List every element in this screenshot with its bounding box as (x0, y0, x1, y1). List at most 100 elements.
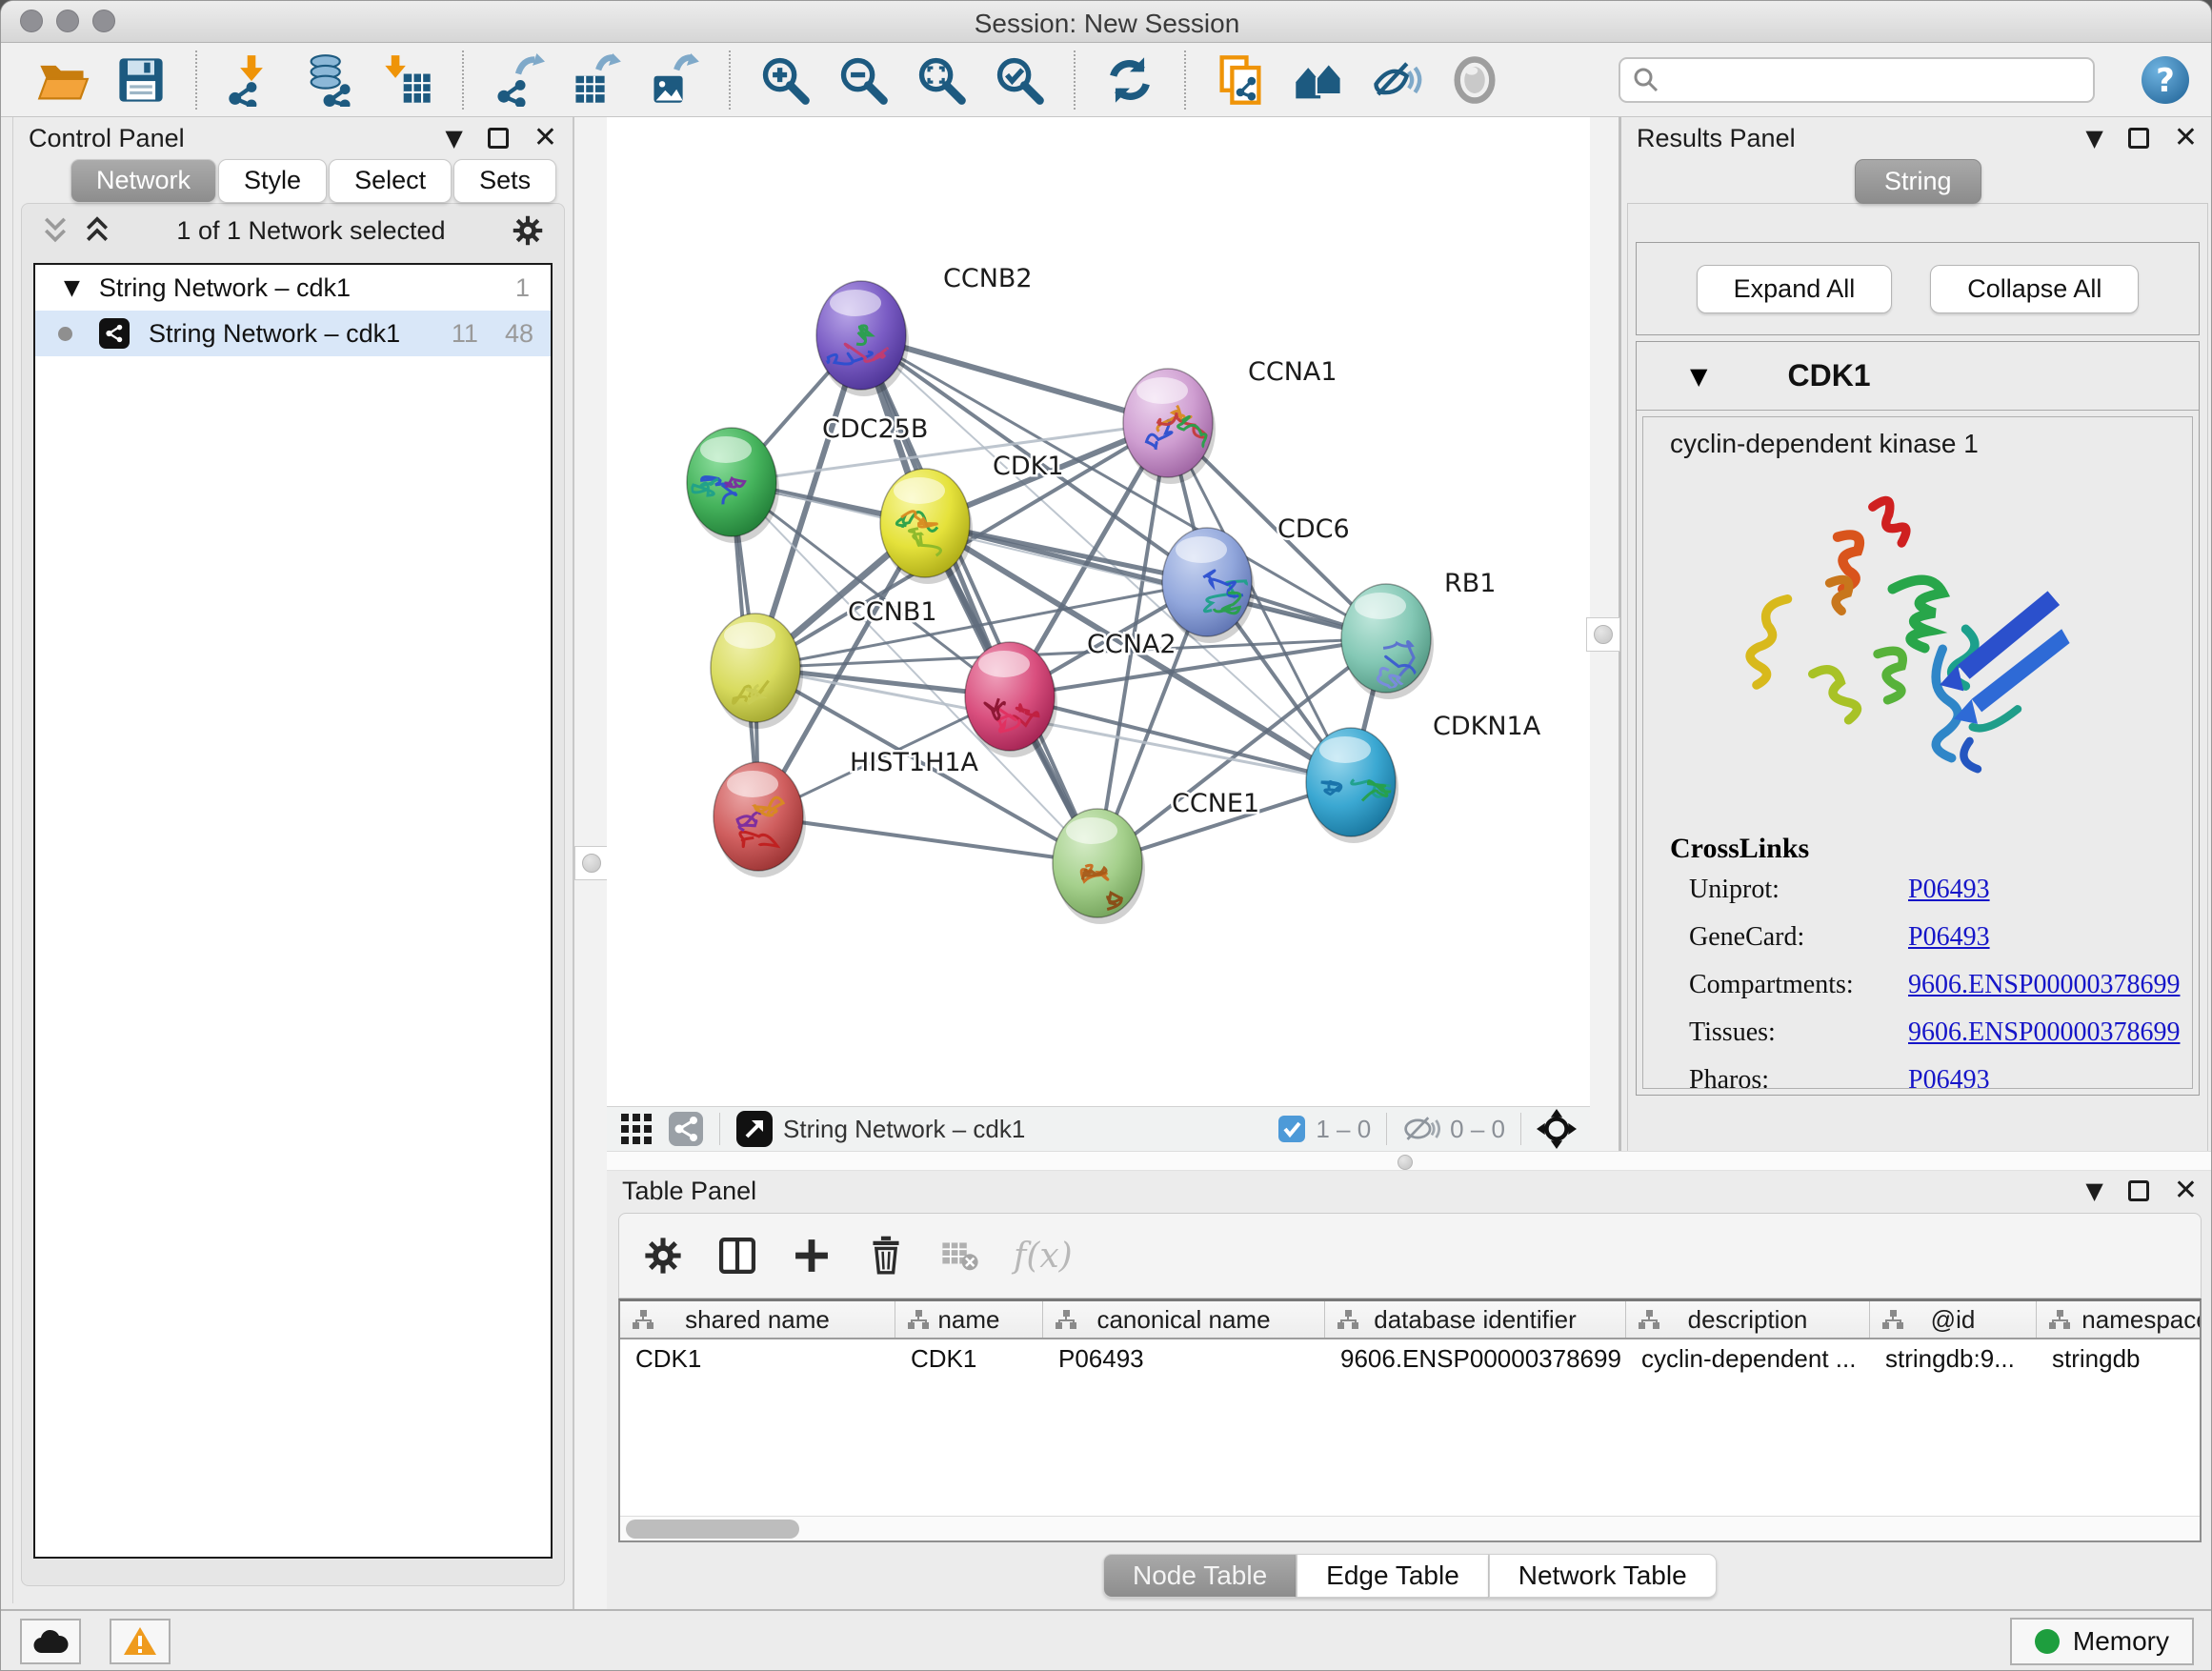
close-panel-icon[interactable]: ✕ (533, 124, 557, 152)
collapse-panel-icon[interactable]: ▼ (2085, 1179, 2102, 1202)
tab-sets[interactable]: Sets (453, 159, 556, 203)
main-area: Control Panel ▼ ✕ Network Style Select S… (1, 117, 2212, 1609)
open-in-window-icon[interactable] (735, 1110, 774, 1148)
export-table-icon[interactable] (569, 52, 624, 108)
splitter-grip[interactable] (574, 846, 609, 880)
grid-view-icon[interactable] (620, 1113, 653, 1145)
close-panel-icon[interactable]: ✕ (2174, 124, 2198, 152)
network-tree-row-selected[interactable]: String Network – cdk1 11 48 (35, 311, 551, 356)
home-networks-icon[interactable] (1291, 52, 1346, 108)
scrollbar-thumb[interactable] (626, 1520, 799, 1539)
add-column-icon[interactable] (791, 1235, 833, 1277)
splitter-grip[interactable] (1398, 1155, 1413, 1170)
column-header-description[interactable]: description (1626, 1301, 1870, 1338)
network-node-CDK1[interactable] (880, 469, 973, 584)
import-table-icon[interactable] (380, 52, 435, 108)
crosslink-tissues[interactable]: 9606.ENSP00000378699 (1908, 1017, 2180, 1048)
network-node-CCNA1[interactable] (1123, 369, 1216, 484)
network-node-label: CCNE1 (1172, 789, 1259, 818)
save-session-icon[interactable] (113, 52, 169, 108)
table-row[interactable]: CDK1 CDK1 P06493 9606.ENSP00000378699 cy… (620, 1339, 2200, 1378)
network-edge[interactable] (758, 816, 1097, 863)
network-node-HIST1H1A[interactable] (714, 762, 806, 877)
column-header-name[interactable]: name (895, 1301, 1043, 1338)
cloud-status-button[interactable] (20, 1619, 81, 1664)
float-panel-icon[interactable] (2128, 1180, 2149, 1201)
column-header-id[interactable]: @id (1870, 1301, 2037, 1338)
column-header-database-identifier[interactable]: database identifier (1325, 1301, 1626, 1338)
left-panel-splitter[interactable] (573, 117, 607, 1609)
tab-style[interactable]: Style (218, 159, 327, 203)
crosslink-genecard[interactable]: P06493 (1908, 922, 1990, 953)
tab-edge-table[interactable]: Edge Table (1297, 1554, 1489, 1598)
splitter-grip[interactable] (1586, 617, 1620, 652)
memory-button[interactable]: Memory (2010, 1618, 2194, 1665)
zoom-out-icon[interactable] (835, 52, 891, 108)
float-panel-icon[interactable] (2128, 128, 2149, 149)
zoom-selected-icon[interactable] (992, 52, 1047, 108)
network-options-gear-icon[interactable] (511, 213, 545, 248)
show-columns-icon[interactable] (716, 1235, 758, 1277)
collapse-all-button[interactable]: Collapse All (1930, 265, 2139, 313)
column-header-namespace[interactable]: namespace (2037, 1301, 2202, 1338)
tab-network[interactable]: Network (70, 159, 216, 203)
selected-checkbox-icon[interactable] (1277, 1115, 1306, 1143)
hide-panel-eye-icon[interactable] (1369, 52, 1424, 108)
export-network-icon[interactable] (491, 52, 546, 108)
footer-separator (1520, 1113, 1521, 1145)
column-header-shared-name[interactable]: shared name (620, 1301, 895, 1338)
column-type-icon (2048, 1308, 2071, 1331)
cell-name: CDK1 (895, 1339, 1043, 1378)
hidden-eye-icon (1402, 1114, 1440, 1144)
help-icon[interactable]: ? (2141, 55, 2190, 105)
refresh-layout-icon[interactable] (1102, 52, 1157, 108)
import-database-icon[interactable] (302, 52, 357, 108)
fit-content-crosshair-icon[interactable] (1537, 1109, 1577, 1149)
tab-string[interactable]: String (1855, 159, 1981, 204)
collapse-all-icon[interactable] (41, 214, 70, 247)
collapse-panel-icon[interactable]: ▼ (445, 127, 462, 150)
network-selection-status: 1 of 1 Network selected (111, 216, 511, 246)
main-toolbar: ? (1, 43, 2212, 117)
close-panel-icon[interactable]: ✕ (2174, 1177, 2198, 1205)
tree-expand-icon[interactable]: ▼ (64, 276, 80, 300)
function-builder-icon: f(x) (1014, 1237, 1073, 1276)
table-options-gear-icon[interactable] (642, 1235, 684, 1277)
network-node-CCNE1[interactable] (1053, 809, 1145, 924)
expand-all-icon[interactable] (83, 214, 111, 247)
tab-node-table[interactable]: Node Table (1103, 1554, 1297, 1598)
horizontal-splitter[interactable] (607, 1151, 2212, 1171)
export-image-icon[interactable] (647, 52, 702, 108)
network-node-RB1[interactable] (1341, 584, 1452, 699)
section-collapse-icon[interactable]: ▼ (1690, 363, 1707, 390)
zoom-in-icon[interactable] (757, 52, 813, 108)
open-session-icon[interactable] (35, 52, 90, 108)
network-share-icon[interactable] (668, 1111, 704, 1147)
network-node-CDC6[interactable] (1162, 528, 1259, 643)
crosslink-pharos[interactable]: P06493 (1908, 1065, 1990, 1089)
float-panel-icon[interactable] (488, 128, 509, 149)
right-panel-splitter[interactable] (1590, 117, 1620, 1171)
import-network-icon[interactable] (224, 52, 279, 108)
zoom-fit-icon[interactable] (914, 52, 969, 108)
expand-all-button[interactable]: Expand All (1697, 265, 1893, 313)
lens-icon[interactable] (1447, 52, 1502, 108)
horizontal-scrollbar[interactable] (620, 1516, 2200, 1540)
clone-network-icon[interactable] (1213, 52, 1268, 108)
network-node-CDKN1A[interactable] (1306, 728, 1398, 843)
tab-network-table[interactable]: Network Table (1489, 1554, 1717, 1598)
network-tree-root-row[interactable]: ▼ String Network – cdk1 1 (35, 265, 551, 311)
column-header-canonical-name[interactable]: canonical name (1043, 1301, 1325, 1338)
crosslink-uniprot[interactable]: P06493 (1908, 875, 1990, 905)
network-node-CCNB1[interactable] (711, 614, 803, 729)
toolbar-separator (195, 50, 197, 110)
warnings-button[interactable] (110, 1619, 171, 1664)
delete-column-icon[interactable] (865, 1235, 907, 1277)
search-input[interactable] (1660, 65, 2070, 94)
crosslink-compartments[interactable]: 9606.ENSP00000378699 (1908, 970, 2180, 1000)
node-section-header[interactable]: ▼ CDK1 (1637, 342, 2199, 411)
collapse-panel-icon[interactable]: ▼ (2085, 127, 2102, 150)
tab-select[interactable]: Select (329, 159, 452, 203)
network-node-CCNB2[interactable] (813, 281, 909, 396)
network-canvas[interactable]: CCNB2CCNA1CDC25BCDK1CDC6RB1CCNB1CCNA2CDK… (607, 117, 1590, 1106)
